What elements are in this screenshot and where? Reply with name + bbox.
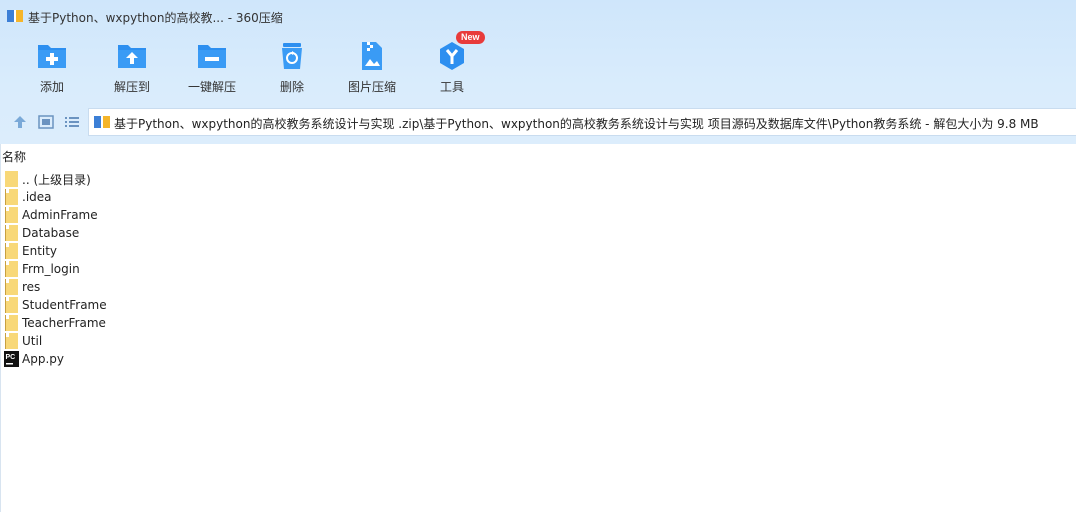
delete-button[interactable]: 删除 — [252, 38, 332, 98]
file-name: res — [22, 280, 41, 294]
list-item[interactable]: Util — [4, 332, 404, 350]
list-item-parent-directory[interactable]: .. (上级目录) — [4, 170, 404, 188]
folder-icon — [5, 189, 18, 205]
file-name: Util — [22, 334, 43, 348]
file-name: AdminFrame — [22, 208, 98, 222]
top-area: 基于Python、wxpython的高校教... - 360压缩 添加 解压到 — [0, 0, 1076, 144]
title-bar[interactable]: 基于Python、wxpython的高校教... - 360压缩 — [0, 0, 1076, 32]
extract-to-button[interactable]: 解压到 — [92, 38, 172, 98]
folder-icon — [5, 171, 18, 187]
tools-button-label: 工具 — [439, 80, 464, 94]
tools-icon — [440, 42, 464, 70]
extract-to-icon — [118, 45, 146, 68]
file-list-panel: 名称 .. (上级目录) .idea AdminFrame Database E… — [0, 144, 1076, 512]
delete-button-label: 删除 — [279, 80, 304, 94]
file-name: StudentFrame — [22, 298, 107, 312]
tools-button[interactable]: New 工具 — [412, 31, 492, 98]
recycle-bin-icon — [282, 43, 302, 69]
address-bar[interactable]: 基于Python、wxpython的高校教务系统设计与实现 .zip\基于Pyt… — [88, 108, 1076, 136]
one-click-extract-icon — [198, 45, 226, 68]
folder-icon — [5, 207, 18, 223]
add-button-label: 添加 — [39, 80, 64, 94]
list-item[interactable]: Frm_login — [4, 260, 404, 278]
list-item[interactable]: PC App.py — [4, 350, 404, 368]
extract-to-button-label: 解压到 — [113, 80, 150, 94]
file-name: Frm_login — [22, 262, 80, 276]
toolbar: 添加 解压到 一键解压 删除 图片压缩 New 工具 — [0, 31, 600, 98]
folder-icon — [5, 315, 18, 331]
folder-icon — [5, 333, 18, 349]
list-item[interactable]: Database — [4, 224, 404, 242]
add-folder-icon — [38, 45, 66, 68]
image-compress-button-label: 图片压缩 — [347, 80, 396, 94]
navigation-bar: 基于Python、wxpython的高校教务系统设计与实现 .zip\基于Pyt… — [0, 108, 1076, 136]
folder-icon — [5, 243, 18, 259]
file-name: TeacherFrame — [22, 316, 106, 330]
svg-text:PC: PC — [6, 354, 16, 361]
folder-icon — [5, 261, 18, 277]
pycharm-file-icon: PC — [4, 351, 19, 367]
one-click-extract-button[interactable]: 一键解压 — [172, 38, 252, 98]
image-compress-button[interactable]: 图片压缩 — [332, 38, 412, 98]
image-compress-icon — [362, 42, 382, 70]
add-button[interactable]: 添加 — [12, 38, 92, 98]
address-path: 基于Python、wxpython的高校教务系统设计与实现 .zip\基于Pyt… — [114, 117, 1039, 131]
file-name: .idea — [22, 190, 52, 204]
file-list: .. (上级目录) .idea AdminFrame Database Enti… — [4, 170, 404, 368]
list-item[interactable]: AdminFrame — [4, 206, 404, 224]
file-name: Entity — [22, 244, 58, 258]
list-item[interactable]: TeacherFrame — [4, 314, 404, 332]
column-header-name[interactable]: 名称 — [2, 148, 26, 165]
folder-icon — [5, 297, 18, 313]
list-item[interactable]: StudentFrame — [4, 296, 404, 314]
list-item[interactable]: Entity — [4, 242, 404, 260]
file-name: App.py — [22, 352, 64, 366]
folder-icon — [5, 225, 18, 241]
list-item[interactable]: res — [4, 278, 404, 296]
file-name: Database — [22, 226, 80, 240]
window-title: 基于Python、wxpython的高校教... - 360压缩 — [28, 11, 283, 25]
list-view-icon[interactable] — [63, 113, 81, 131]
archive-icon — [94, 116, 110, 128]
folder-icon — [5, 279, 18, 295]
file-name: .. (上级目录) — [22, 172, 91, 187]
one-click-extract-button-label: 一键解压 — [187, 80, 236, 94]
app-logo-icon — [7, 10, 23, 22]
thumbnail-view-icon[interactable] — [37, 113, 55, 131]
list-item[interactable]: .idea — [4, 188, 404, 206]
up-arrow-icon[interactable] — [11, 113, 29, 131]
new-badge: New — [456, 31, 485, 44]
